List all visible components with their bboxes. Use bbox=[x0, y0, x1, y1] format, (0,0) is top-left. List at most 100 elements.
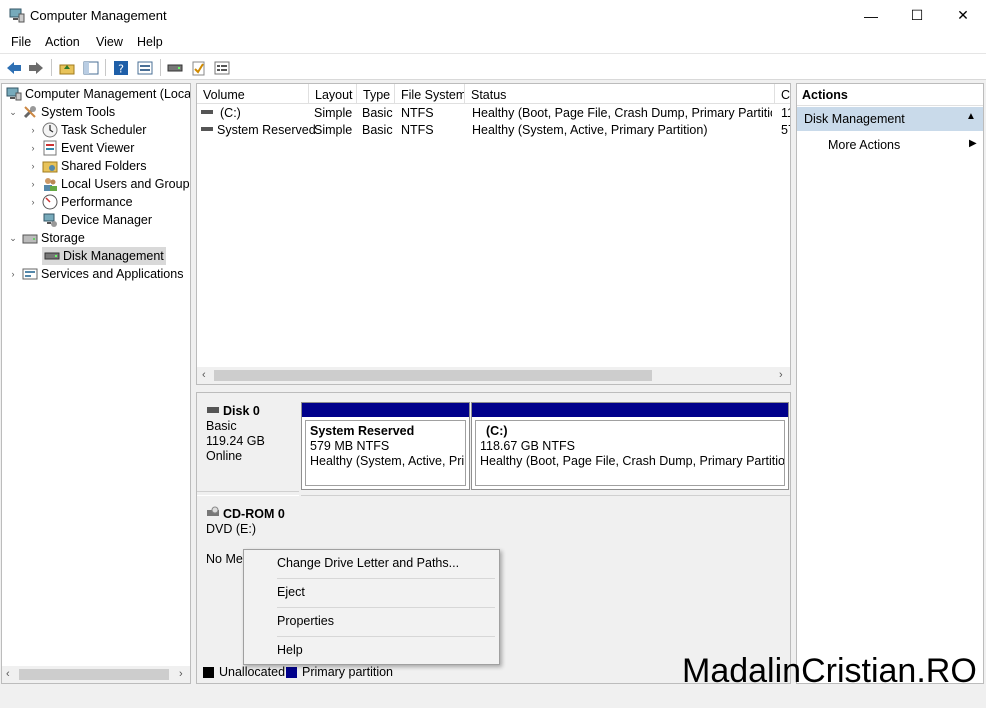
chevron-right-icon[interactable]: › bbox=[28, 179, 38, 189]
menu-view[interactable]: View bbox=[96, 35, 123, 49]
column-header-layout[interactable]: Layout bbox=[309, 84, 357, 104]
tree-item-system-tools[interactable]: ⌄ System Tools bbox=[8, 103, 115, 121]
maximize-button[interactable]: ☐ bbox=[894, 0, 940, 31]
actions-section-disk-management[interactable]: Disk Management ▲ bbox=[797, 107, 983, 131]
toolbar: ? bbox=[0, 53, 986, 80]
actions-pane: Actions Disk Management ▲ More Actions ▶ bbox=[796, 83, 984, 684]
close-button[interactable]: ✕ bbox=[940, 0, 986, 31]
volume-horizontal-scrollbar[interactable]: ‹ › bbox=[197, 367, 790, 384]
disk-icon[interactable] bbox=[166, 59, 184, 76]
tree-item-event-viewer[interactable]: › Event Viewer bbox=[28, 139, 134, 157]
more-actions-item[interactable]: More Actions ▶ bbox=[797, 133, 983, 155]
users-icon bbox=[42, 176, 58, 192]
disk-kind: Basic bbox=[206, 419, 237, 433]
chevron-right-icon[interactable]: › bbox=[8, 269, 18, 279]
tree-item-storage[interactable]: ⌄ Storage bbox=[8, 229, 85, 247]
collapse-up-icon[interactable]: ▲ bbox=[966, 111, 976, 122]
console-tree: Computer Management (Local ⌄ System Tool… bbox=[1, 83, 191, 684]
storage-icon bbox=[22, 230, 38, 246]
disk-0-label[interactable]: Disk 0 Basic 119.24 GB Online bbox=[197, 394, 299, 492]
scroll-left-icon[interactable]: ‹ bbox=[6, 668, 10, 680]
computer-icon bbox=[6, 86, 22, 102]
partition-c[interactable]: (C:) 118.67 GB NTFS Healthy (Boot, Page … bbox=[471, 402, 789, 490]
scroll-left-icon[interactable]: ‹ bbox=[202, 369, 206, 381]
menu-action[interactable]: Action bbox=[45, 35, 80, 49]
volume-file-system: NTFS bbox=[401, 123, 434, 137]
legend-swatch-unallocated bbox=[203, 666, 214, 678]
menu-item-eject[interactable]: Eject bbox=[244, 579, 499, 607]
up-folder-icon[interactable] bbox=[58, 59, 76, 76]
tree-item-disk-management[interactable]: Disk Management bbox=[42, 247, 166, 265]
partition-system-reserved[interactable]: System Reserved 579 MB NTFS Healthy (Sys… bbox=[301, 402, 470, 490]
tree-item-local-users[interactable]: › Local Users and Groups bbox=[28, 175, 191, 193]
partition-status: Healthy (System, Active, Prim bbox=[310, 454, 466, 468]
services-icon bbox=[22, 266, 38, 282]
tree-item-device-manager[interactable]: Device Manager bbox=[42, 211, 152, 229]
chevron-down-icon[interactable]: ⌄ bbox=[8, 107, 18, 118]
toolbar-separator bbox=[160, 59, 161, 76]
context-menu: Change Drive Letter and Paths... Eject P… bbox=[243, 549, 500, 665]
list-icon[interactable] bbox=[213, 59, 231, 76]
column-header-file-system[interactable]: File System bbox=[395, 84, 465, 104]
volume-layout: Simple bbox=[314, 106, 353, 120]
volume-drive-icon bbox=[200, 123, 214, 140]
volume-capacity: 11 bbox=[781, 106, 790, 120]
forward-icon[interactable] bbox=[27, 59, 45, 76]
volume-name: (C:) bbox=[220, 106, 241, 120]
minimize-button[interactable]: — bbox=[848, 0, 894, 31]
tree-item-label: Local Users and Groups bbox=[61, 177, 191, 191]
column-header-status[interactable]: Status bbox=[465, 84, 775, 104]
legend-swatch-primary bbox=[286, 666, 297, 678]
device-manager-icon bbox=[42, 212, 58, 228]
disk-state: Online bbox=[206, 449, 243, 463]
tree-item-services[interactable]: › Services and Applications bbox=[8, 265, 184, 283]
cdrom-name: CD-ROM 0 bbox=[223, 506, 285, 521]
scroll-right-icon[interactable]: › bbox=[179, 668, 183, 680]
properties-icon[interactable] bbox=[136, 59, 154, 76]
tree-horizontal-scrollbar[interactable]: ‹ › bbox=[2, 666, 190, 683]
column-header-type[interactable]: Type bbox=[357, 84, 395, 104]
scroll-thumb[interactable] bbox=[214, 370, 652, 381]
chevron-right-icon[interactable]: › bbox=[28, 197, 38, 207]
menu-item-change-drive-letter[interactable]: Change Drive Letter and Paths... bbox=[244, 550, 499, 578]
partition-name: (C:) bbox=[486, 424, 508, 438]
back-icon[interactable] bbox=[5, 59, 23, 76]
volume-status: Healthy (System, Active, Primary Partiti… bbox=[472, 123, 708, 137]
tree-item-performance[interactable]: › Performance bbox=[28, 193, 133, 211]
window-title: Computer Management bbox=[30, 8, 167, 23]
scroll-right-icon[interactable]: › bbox=[779, 369, 783, 381]
menu-item-help[interactable]: Help bbox=[244, 637, 499, 665]
chevron-right-icon[interactable]: › bbox=[28, 143, 38, 153]
tree-item-label: Services and Applications bbox=[41, 267, 184, 281]
tree-item-label: Computer Management (Local bbox=[25, 87, 191, 101]
check-icon[interactable] bbox=[190, 59, 208, 76]
volume-name: System Reserved bbox=[217, 123, 316, 137]
menu-file[interactable]: File bbox=[11, 35, 31, 49]
toolbar-separator bbox=[51, 59, 52, 76]
partition-details: (C:) 118.67 GB NTFS Healthy (Boot, Page … bbox=[475, 420, 785, 486]
tree-item-shared-folders[interactable]: › Shared Folders bbox=[28, 157, 147, 175]
shared-folder-icon bbox=[42, 158, 58, 174]
volume-list: Volume Layout Type File System Status C … bbox=[196, 83, 791, 385]
event-viewer-icon bbox=[42, 140, 58, 156]
show-hide-tree-icon[interactable] bbox=[82, 59, 100, 76]
scroll-thumb[interactable] bbox=[19, 669, 169, 680]
chevron-right-icon[interactable]: › bbox=[28, 125, 38, 135]
help-icon[interactable]: ? bbox=[112, 59, 130, 76]
partition-status: Healthy (Boot, Page File, Crash Dump, Pr… bbox=[480, 454, 785, 468]
menu-item-properties[interactable]: Properties bbox=[244, 608, 499, 636]
volume-type: Basic bbox=[362, 123, 393, 137]
chevron-right-icon[interactable]: › bbox=[28, 161, 38, 171]
tools-icon bbox=[22, 104, 38, 120]
watermark-text: MadalinCristian.RO bbox=[682, 652, 977, 690]
column-header-capacity[interactable]: C bbox=[775, 84, 790, 104]
volume-layout: Simple bbox=[314, 123, 353, 137]
svg-text:?: ? bbox=[118, 62, 124, 75]
tree-item-task-scheduler[interactable]: › Task Scheduler bbox=[28, 121, 146, 139]
tree-item-root[interactable]: Computer Management (Local bbox=[6, 85, 191, 103]
column-header-volume[interactable]: Volume bbox=[197, 84, 309, 104]
chevron-down-icon[interactable]: ⌄ bbox=[8, 233, 18, 244]
partition-name: System Reserved bbox=[310, 424, 415, 438]
disk-icon bbox=[206, 404, 220, 419]
menu-help[interactable]: Help bbox=[137, 35, 163, 49]
